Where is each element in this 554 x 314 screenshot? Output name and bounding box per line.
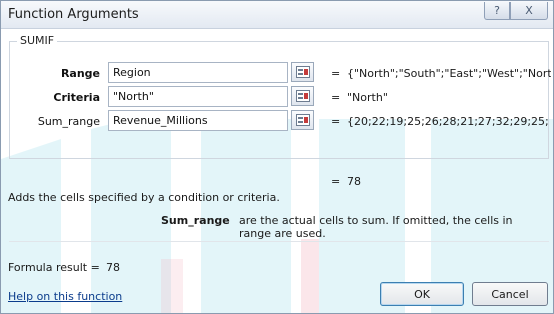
collapse-dialog-icon bbox=[295, 90, 310, 102]
close-icon: X bbox=[525, 4, 533, 17]
range-collapse-button[interactable] bbox=[291, 62, 314, 82]
formula-result-label: Formula result = bbox=[8, 261, 100, 274]
argument-help-text: are the actual cells to sum. If omitted,… bbox=[239, 214, 513, 240]
criteria-value-preview: "North" bbox=[347, 91, 388, 104]
range-value-preview: {"North";"South";"East";"West";"Nortl bbox=[347, 67, 551, 80]
sum-range-label: Sum_range bbox=[37, 115, 100, 128]
title-bar: Function Arguments ? X bbox=[1, 1, 553, 29]
help-link[interactable]: Help on this function bbox=[8, 290, 122, 303]
argument-help-name: Sum_range bbox=[161, 214, 230, 227]
divider bbox=[9, 241, 549, 242]
criteria-label: Criteria bbox=[53, 91, 100, 104]
collapse-dialog-icon bbox=[295, 114, 310, 126]
close-button[interactable]: X bbox=[510, 2, 548, 20]
sum-range-collapse-button[interactable] bbox=[291, 110, 314, 130]
ok-button[interactable]: OK bbox=[380, 282, 464, 306]
range-label: Range bbox=[60, 67, 100, 80]
sum-range-value-preview: {20;22;19;25;26;28;21;27;32;29;25; bbox=[347, 115, 549, 128]
help-button[interactable]: ? bbox=[484, 2, 510, 20]
collapse-dialog-icon bbox=[295, 66, 310, 78]
question-mark-icon: ? bbox=[494, 4, 500, 17]
formula-result-value: 78 bbox=[106, 261, 120, 274]
range-equals: = bbox=[331, 67, 341, 80]
function-description: Adds the cells specified by a condition … bbox=[8, 191, 280, 204]
function-result-value: 78 bbox=[347, 175, 361, 188]
criteria-input[interactable] bbox=[108, 86, 288, 107]
function-name: SUMIF bbox=[17, 34, 58, 47]
sum-range-input[interactable] bbox=[108, 110, 288, 131]
range-input[interactable] bbox=[108, 62, 288, 83]
cancel-button[interactable]: Cancel bbox=[472, 282, 548, 306]
criteria-collapse-button[interactable] bbox=[291, 86, 314, 106]
function-arguments-dialog: Function Arguments ? X SUMIF Range = {"N… bbox=[0, 0, 554, 314]
dialog-title: Function Arguments bbox=[8, 7, 139, 22]
criteria-equals: = bbox=[331, 91, 341, 104]
function-result-equals: = bbox=[331, 175, 341, 188]
sum-range-equals: = bbox=[331, 115, 341, 128]
